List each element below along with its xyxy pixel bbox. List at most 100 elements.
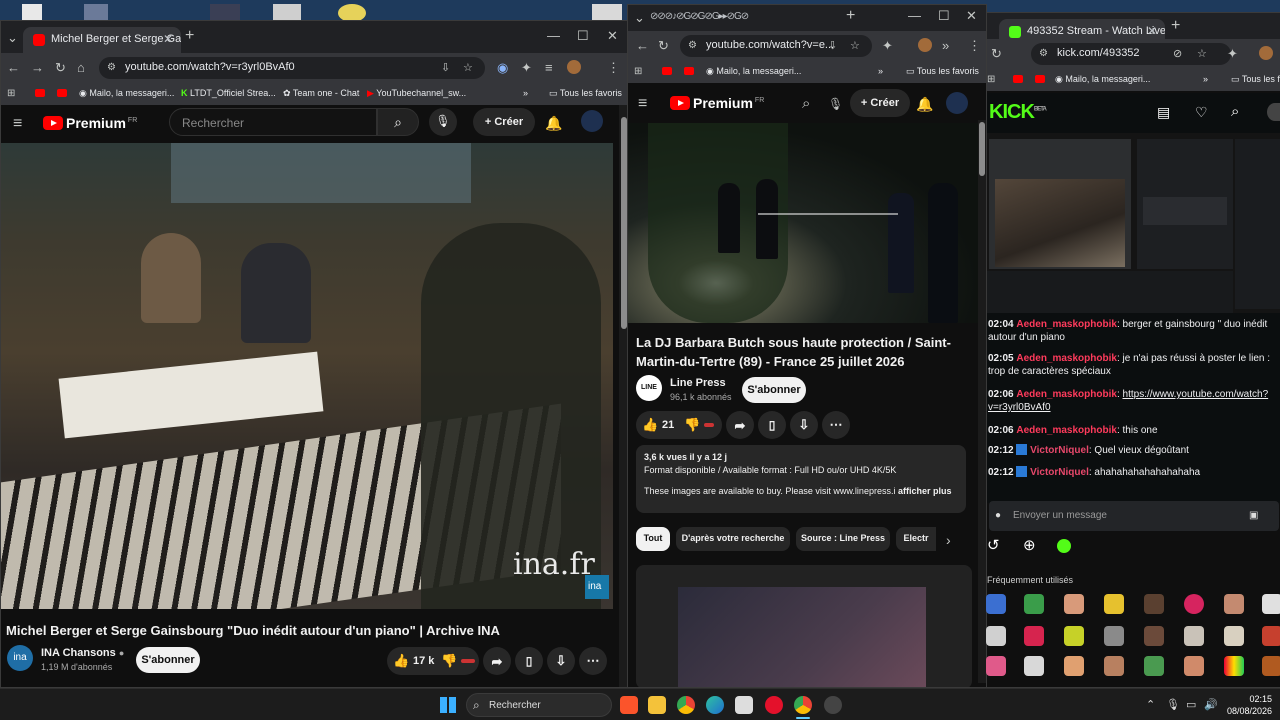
close-tab-icon[interactable]: ✕ (1147, 24, 1157, 38)
show-more-link[interactable]: afficher plus (898, 486, 952, 496)
taskbar-search[interactable]: ⌕ Rechercher (466, 693, 612, 717)
channel-avatar[interactable]: ina (7, 645, 33, 671)
bookmark-icon[interactable] (1035, 75, 1045, 83)
close-window-icon[interactable]: ✕ (966, 9, 977, 23)
minimize-icon[interactable]: — (547, 29, 560, 43)
emote[interactable] (986, 656, 1006, 676)
emote[interactable] (986, 626, 1006, 646)
chrome-active-icon[interactable] (794, 696, 812, 714)
voice-search-icon[interactable]: 🎙 (429, 108, 457, 136)
minimize-icon[interactable]: — (908, 9, 921, 23)
all-bookmarks[interactable]: ▭ Tous les favoris (906, 66, 979, 77)
message-input[interactable]: ● Envoyer un message ▣ (989, 501, 1279, 531)
maximize-icon[interactable]: ☐ (938, 9, 950, 23)
more-bookmarks-icon[interactable]: » (878, 66, 883, 76)
bookmark-icon[interactable] (1013, 75, 1023, 83)
more-actions-button[interactable]: ⋯ (822, 411, 850, 439)
network-icon[interactable]: ▭ (1186, 698, 1196, 712)
save-button[interactable]: ▯ (515, 647, 543, 675)
home-icon[interactable]: ⌂ (77, 61, 85, 75)
back-icon[interactable]: ← (636, 39, 649, 53)
bookmark-star-icon[interactable]: ☆ (850, 39, 860, 53)
search-icon[interactable]: ⌕ (1231, 104, 1239, 119)
chevron-right-icon[interactable]: › (946, 533, 951, 547)
chip-source[interactable]: Source : Line Press (796, 527, 890, 551)
description-box[interactable]: 3,6 k vues il y a 12 j Format disponible… (636, 445, 966, 513)
menu-icon[interactable]: ⋮ (968, 39, 981, 53)
reload-icon[interactable]: ↻ (55, 61, 66, 75)
emote[interactable] (1224, 626, 1244, 646)
emote[interactable] (1144, 626, 1164, 646)
emote[interactable] (1184, 594, 1204, 614)
chip-electro[interactable]: Electr (896, 527, 936, 551)
brave-icon[interactable] (620, 696, 638, 714)
share-button[interactable]: ➦ (483, 647, 511, 675)
eye-off-icon[interactable]: ⊘ (1173, 47, 1182, 61)
subscribe-button[interactable]: S'abonner (742, 377, 806, 403)
media-icon[interactable]: ≡ (545, 61, 553, 75)
youtube-logo[interactable]: Premium FR (670, 95, 764, 111)
video-player[interactable] (628, 123, 980, 323)
avatar[interactable] (581, 110, 603, 132)
avatar[interactable] (946, 92, 968, 114)
heart-icon[interactable]: ♡ (1195, 105, 1208, 119)
chat-user[interactable]: Aeden_maskophobik (1016, 353, 1117, 364)
close-tab-icon[interactable]: ✕ (163, 32, 173, 46)
notifications-icon[interactable]: 🔔 (545, 116, 562, 130)
bookmark-icon[interactable] (684, 67, 694, 75)
share-button[interactable]: ➦ (726, 411, 754, 439)
apps-icon[interactable]: ⊞ (987, 73, 995, 87)
bookmark-star-icon[interactable]: ☆ (463, 61, 473, 75)
recommended-thumbnail[interactable] (636, 565, 972, 687)
more-bookmarks-icon[interactable]: » (1203, 74, 1208, 84)
address-bar[interactable]: ⚙ youtube.com/watch?v=r3yrl0BvAf0 ⇩ ☆ (99, 57, 485, 79)
chip-all[interactable]: Tout (636, 527, 670, 551)
profile-icon[interactable] (918, 38, 932, 52)
emote[interactable] (1144, 594, 1164, 614)
download-button[interactable]: ⇩ (547, 647, 575, 675)
subscribe-button[interactable]: S'abonner (136, 647, 200, 673)
emote[interactable] (1024, 594, 1044, 614)
emote[interactable] (1104, 594, 1124, 614)
stream-player[interactable] (987, 133, 1280, 313)
channel-name[interactable]: Line Press (670, 377, 726, 389)
emote[interactable] (1262, 594, 1280, 614)
like-icon[interactable]: 👍 (393, 653, 409, 669)
bookmark-icon[interactable] (57, 89, 67, 97)
clock[interactable]: 02:15 08/08/2026 (1222, 693, 1272, 717)
emote[interactable] (1144, 656, 1164, 676)
reload-icon[interactable]: ↻ (991, 47, 1002, 61)
tab-favicons[interactable]: ⊘⊘⊘♪⊘G⊘G⊘G▸▸⊘G⊘ (650, 11, 820, 22)
bookmark-item[interactable]: ◉ Mailo, la messageri... (706, 66, 801, 77)
avatar[interactable] (1267, 103, 1280, 121)
site-info-icon[interactable]: ⚙ (688, 39, 697, 53)
kick-logo[interactable]: KICKBETA (989, 101, 1047, 124)
install-icon[interactable]: ⇩ (441, 61, 450, 75)
apps-icon[interactable]: ⊞ (7, 87, 15, 101)
puzzle-icon[interactable]: ✦ (1227, 47, 1238, 61)
create-button[interactable]: + Créer (473, 108, 535, 136)
bookmark-item[interactable]: ✿ Team one - Chat (283, 88, 359, 99)
all-bookmarks[interactable]: ▭ Tous les favoris (549, 88, 622, 99)
profile-icon[interactable] (567, 60, 581, 74)
close-window-icon[interactable]: ✕ (607, 29, 618, 43)
bookmark-item[interactable]: ▶ YouTubechannel_sw... (367, 88, 466, 99)
more-extensions-icon[interactable]: » (942, 39, 949, 53)
more-actions-button[interactable]: ⋯ (579, 647, 607, 675)
edge-icon[interactable] (706, 696, 724, 714)
back-icon[interactable]: ← (7, 61, 20, 75)
emote[interactable] (1064, 626, 1084, 646)
apps-icon[interactable]: ⊞ (634, 65, 642, 79)
chat-user[interactable]: Aeden_maskophobik (1016, 389, 1117, 400)
puzzle-icon[interactable]: ✦ (521, 61, 532, 75)
snipping-tool-icon[interactable] (735, 696, 753, 714)
emote[interactable] (1024, 656, 1044, 676)
save-button[interactable]: ▯ (758, 411, 786, 439)
emote[interactable] (1064, 656, 1084, 676)
new-tab-icon[interactable]: + (846, 8, 855, 24)
chat-user[interactable]: Aeden_maskophobik (1016, 319, 1117, 330)
bookmark-star-icon[interactable]: ☆ (1197, 47, 1207, 61)
opera-icon[interactable] (765, 696, 783, 714)
emote-picker-icon[interactable]: ▣ (1249, 509, 1258, 523)
emote[interactable] (1184, 626, 1204, 646)
